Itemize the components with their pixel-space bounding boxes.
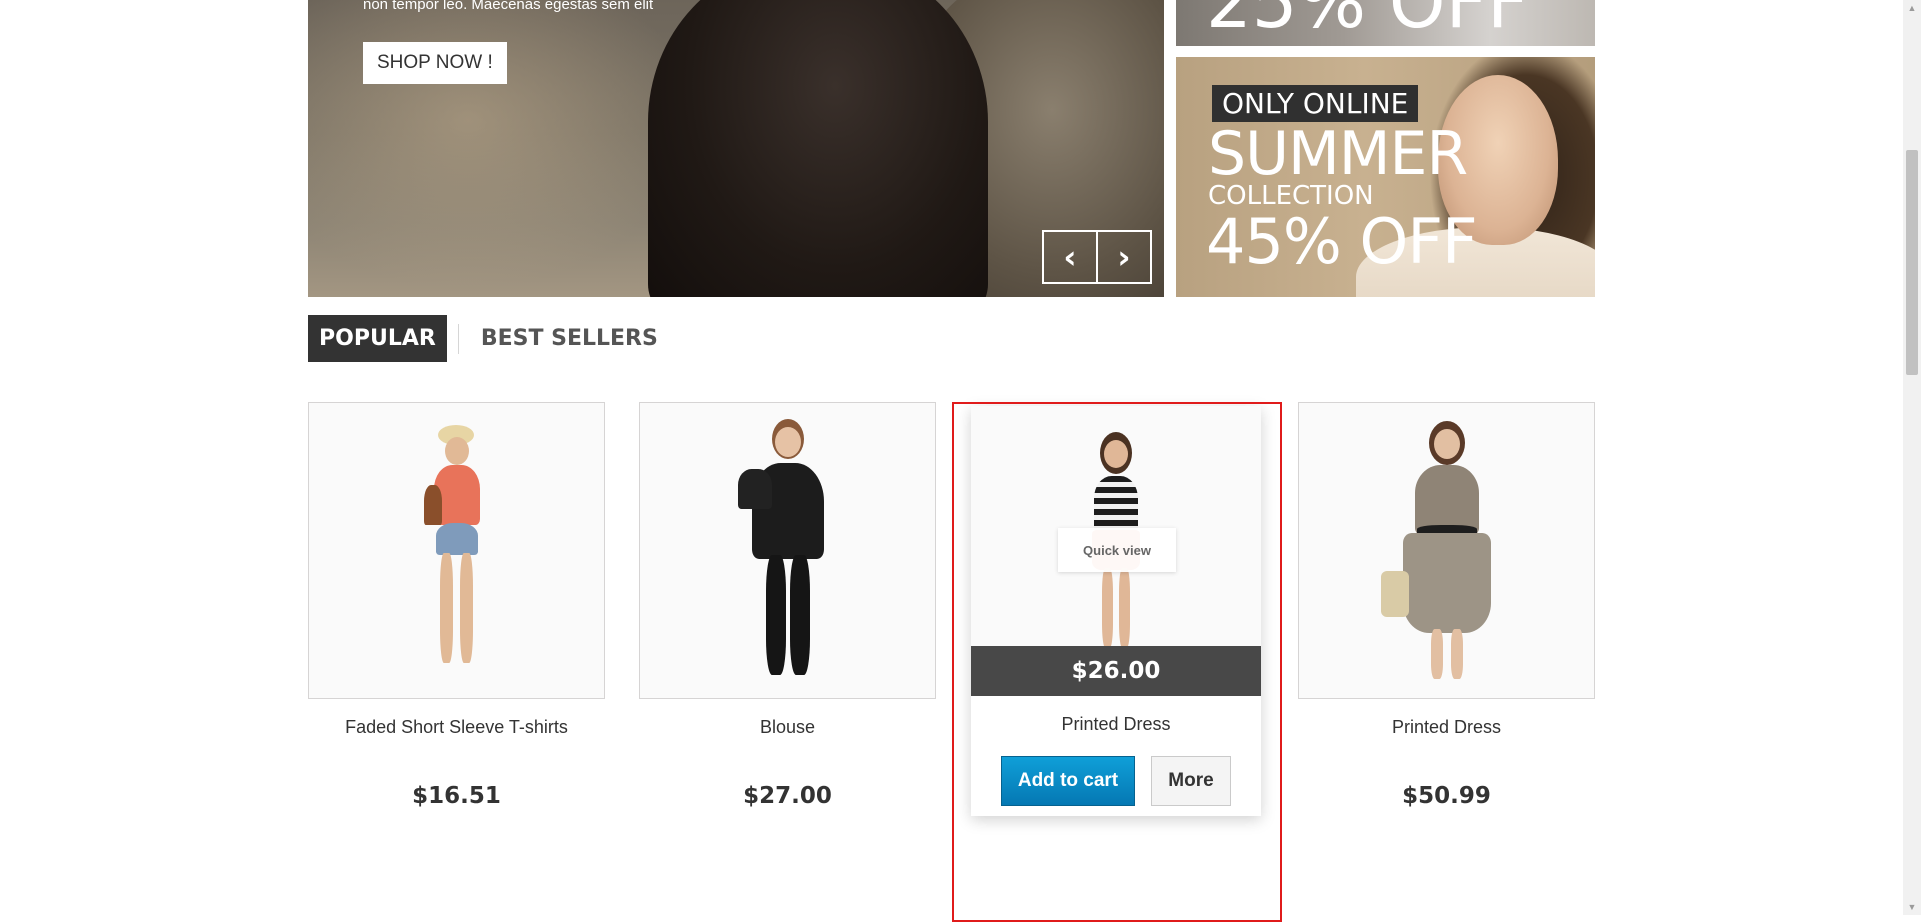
product-image[interactable]	[1298, 402, 1595, 699]
quick-view-button[interactable]: Quick view	[1058, 528, 1176, 572]
add-to-cart-button[interactable]: Add to cart	[1001, 756, 1135, 806]
hero-caption: non tempor leo. Maecenas egestas sem eli…	[363, 0, 654, 13]
product-card[interactable]: Blouse $27.00	[639, 402, 936, 809]
product-name[interactable]: Printed Dress	[1298, 717, 1595, 738]
product-card[interactable]: Faded Short Sleeve T-shirts $16.51	[308, 402, 605, 809]
only-online-badge: ONLY ONLINE	[1212, 85, 1419, 122]
tab-popular[interactable]: POPULAR	[308, 315, 447, 362]
tab-best-sellers[interactable]: BEST SELLERS	[470, 315, 669, 362]
product-price: $27.00	[743, 783, 832, 809]
product-name[interactable]: Printed Dress	[971, 714, 1261, 735]
shop-now-button[interactable]: SHOP NOW !	[363, 42, 507, 84]
hero-slider: non tempor leo. Maecenas egestas sem eli…	[308, 0, 1164, 297]
more-button[interactable]: More	[1151, 756, 1231, 806]
slider-next-button[interactable]: ›	[1096, 232, 1150, 282]
product-card[interactable]: Printed Dress $50.99	[1298, 402, 1595, 809]
slider-nav: ‹ ›	[1042, 230, 1152, 284]
product-card-hovered[interactable]: Quick view $26.00 Printed Dress Add to c…	[971, 406, 1261, 816]
product-name[interactable]: Blouse	[639, 717, 936, 738]
vertical-scrollbar[interactable]: ▲ ▼	[1903, 0, 1921, 915]
product-image[interactable]	[639, 402, 936, 699]
summer-headline: SUMMER	[1208, 119, 1468, 189]
product-tabs: POPULAR BEST SELLERS	[308, 315, 669, 362]
promo-banner-top-text: 25% OFF	[1206, 0, 1529, 44]
hero-model-woman-image	[648, 0, 988, 297]
tab-divider	[457, 323, 459, 354]
product-price: $50.99	[1402, 783, 1491, 809]
product-price-bar: $26.00	[971, 646, 1261, 696]
product-image[interactable]	[308, 402, 605, 699]
promo-banner-top[interactable]: 25% OFF	[1176, 0, 1595, 46]
slider-prev-button[interactable]: ‹	[1044, 232, 1096, 282]
product-name[interactable]: Faded Short Sleeve T-shirts	[308, 717, 605, 738]
scroll-down-icon[interactable]: ▼	[1903, 899, 1921, 915]
discount-text: 45% OFF	[1206, 205, 1478, 278]
promo-banner-summer[interactable]: ONLY ONLINE SUMMER COLLECTION 45% OFF	[1176, 57, 1595, 297]
scroll-up-icon[interactable]: ▲	[1903, 0, 1921, 16]
scroll-thumb[interactable]	[1906, 150, 1918, 375]
product-price: $16.51	[412, 783, 501, 809]
product-image[interactable]: Quick view	[971, 406, 1261, 646]
